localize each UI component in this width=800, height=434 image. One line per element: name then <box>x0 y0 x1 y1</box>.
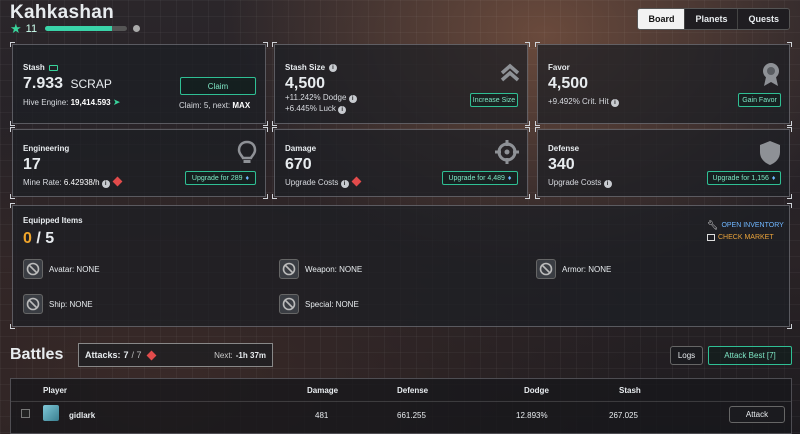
xp-dot-icon <box>133 25 141 32</box>
stash-amount: 7.933 <box>23 75 64 92</box>
damage-value: 670 <box>285 156 312 173</box>
info-icon[interactable]: i <box>340 180 349 188</box>
hive-engine-value: 19,414.593 <box>70 98 111 107</box>
slot-special[interactable]: Special: NONE <box>279 294 359 314</box>
info-icon[interactable]: i <box>603 180 612 188</box>
info-icon[interactable]: i <box>338 106 347 114</box>
crit-bonus: +9.492% Crit. Hit <box>548 97 609 106</box>
slot-ship[interactable]: Ship: NONE <box>23 294 93 314</box>
xp-progress-bar <box>45 26 128 31</box>
tab-quests[interactable]: Quests <box>737 9 789 29</box>
warning-icon <box>146 350 156 360</box>
upgrade-damage-button[interactable]: Upgrade for 4,489 ♦ <box>442 171 518 185</box>
slot-avatar[interactable]: Avatar: NONE <box>23 259 100 279</box>
medal-icon <box>760 61 782 91</box>
equipped-items-card: Equipped Items 0 / 5 🔧︎ OPEN INVENTORY C… <box>10 203 792 329</box>
lightbulb-icon <box>237 140 257 170</box>
wrench-icon: 🔧︎ <box>707 220 719 230</box>
xp-progress-fill <box>45 26 113 31</box>
logs-button[interactable]: Logs <box>670 346 703 365</box>
avatar <box>43 405 59 421</box>
player-name[interactable]: gidlark <box>69 411 95 420</box>
stash-size-value: 4,500 <box>285 75 326 92</box>
equipped-count: 0 / 5 <box>23 230 55 247</box>
star-icon: ★ <box>10 21 22 36</box>
damage-label: Damage <box>285 144 317 153</box>
damage-card: Damage 670 Upgrade Costs i Upgrade for 4… <box>272 127 530 199</box>
hive-engine-line: Hive Engine: 19,414.593 ➤ <box>23 97 121 107</box>
defense-label: Defense <box>548 144 580 153</box>
double-chevron-up-icon <box>499 61 521 87</box>
empty-slot-icon <box>279 259 299 279</box>
warning-icon <box>112 176 123 187</box>
player-damage: 481 <box>315 411 329 420</box>
player-stash: 267.025 <box>609 411 638 420</box>
chart-icon <box>707 234 715 241</box>
slot-armor[interactable]: Armor: NONE <box>536 259 611 279</box>
column-player: Player <box>43 386 68 395</box>
dodge-bonus: +11.242% Dodge <box>285 93 347 102</box>
favor-label: Favor <box>548 63 570 72</box>
defense-value: 340 <box>548 156 575 173</box>
favor-card: Favor 4,500 +9.492% Crit. Hit i Gain Fav… <box>535 42 792 126</box>
stash-size-card: Stash Size i 4,500 +11.242% Dodge i +6.4… <box>272 42 530 126</box>
attacks-counter: Attacks: 7 / 7 Next: -1h 37m <box>78 343 273 367</box>
level-number: 11 <box>25 22 38 35</box>
column-dodge: Dodge <box>524 386 549 395</box>
equipped-items-label: Equipped Items <box>23 216 83 225</box>
player-defense: 661.255 <box>397 411 426 420</box>
stash-label: Stash <box>23 63 45 72</box>
column-stash: Stash <box>619 386 641 395</box>
battles-title: Battles <box>10 346 64 363</box>
board-page: Kahkashan ★ 11 Board Planets Quests Stas… <box>0 0 800 434</box>
player-dodge: 12.893% <box>516 411 548 420</box>
luck-bonus: +6.445% Luck <box>285 104 336 113</box>
money-icon <box>48 64 58 71</box>
increase-size-button[interactable]: Increase Size <box>470 93 518 107</box>
mine-rate-value: 6.42938/h <box>63 178 100 187</box>
upgrade-defense-button[interactable]: Upgrade for 1,156 ♦ <box>707 171 781 185</box>
crystal-icon: ♦ <box>245 174 250 182</box>
info-icon[interactable]: i <box>329 63 338 72</box>
empty-slot-icon <box>23 294 43 314</box>
claim-button[interactable]: Claim <box>180 77 256 95</box>
column-defense: Defense <box>397 386 429 395</box>
upgrade-engineering-button[interactable]: Upgrade for 289 ♦ <box>185 171 256 185</box>
engineering-label: Engineering <box>23 144 70 153</box>
tab-planets[interactable]: Planets <box>684 9 738 29</box>
attack-button[interactable]: Attack <box>729 406 785 423</box>
crystal-icon: ♦ <box>771 174 776 182</box>
send-icon[interactable]: ➤ <box>113 97 121 107</box>
defense-card: Defense 340 Upgrade Costs i Upgrade for … <box>535 127 792 199</box>
favor-value: 4,500 <box>548 75 589 92</box>
engineering-value: 17 <box>23 156 41 173</box>
level-indicator: ★ 11 <box>10 21 141 36</box>
column-damage: Damage <box>307 386 339 395</box>
open-inventory-link[interactable]: 🔧︎ OPEN INVENTORY <box>707 220 784 231</box>
info-icon[interactable]: i <box>101 180 110 188</box>
crystal-icon: ♦ <box>507 174 512 182</box>
claim-info: Claim: 5, next: MAX <box>179 101 251 110</box>
empty-slot-icon <box>279 294 299 314</box>
stash-card: Stash 7.933 SCRAP Hive Engine: 19,414.59… <box>10 42 268 126</box>
stash-unit: SCRAP <box>70 77 112 91</box>
row-checkbox[interactable] <box>21 409 30 418</box>
check-market-link[interactable]: CHECK MARKET <box>707 234 774 241</box>
stash-size-label: Stash Size <box>285 63 326 72</box>
battles-table: Player Damage Defense Dodge Stash gidlar… <box>10 378 792 434</box>
info-icon[interactable]: i <box>348 95 357 103</box>
gain-favor-button[interactable]: Gain Favor <box>738 93 781 107</box>
warning-icon <box>351 176 362 187</box>
empty-slot-icon <box>536 259 556 279</box>
info-icon[interactable]: i <box>610 99 619 107</box>
tab-board[interactable]: Board <box>638 9 685 29</box>
crosshair-icon <box>495 140 519 168</box>
engineering-card: Engineering 17 Mine Rate: 6.42938/h i Up… <box>10 127 268 199</box>
slot-weapon[interactable]: Weapon: NONE <box>279 259 362 279</box>
empty-slot-icon <box>23 259 43 279</box>
page-title: Kahkashan <box>10 2 115 23</box>
attack-best-button[interactable]: Attack Best [7] <box>708 346 792 365</box>
main-tabs: Board Planets Quests <box>637 8 790 30</box>
shield-icon <box>759 140 781 170</box>
